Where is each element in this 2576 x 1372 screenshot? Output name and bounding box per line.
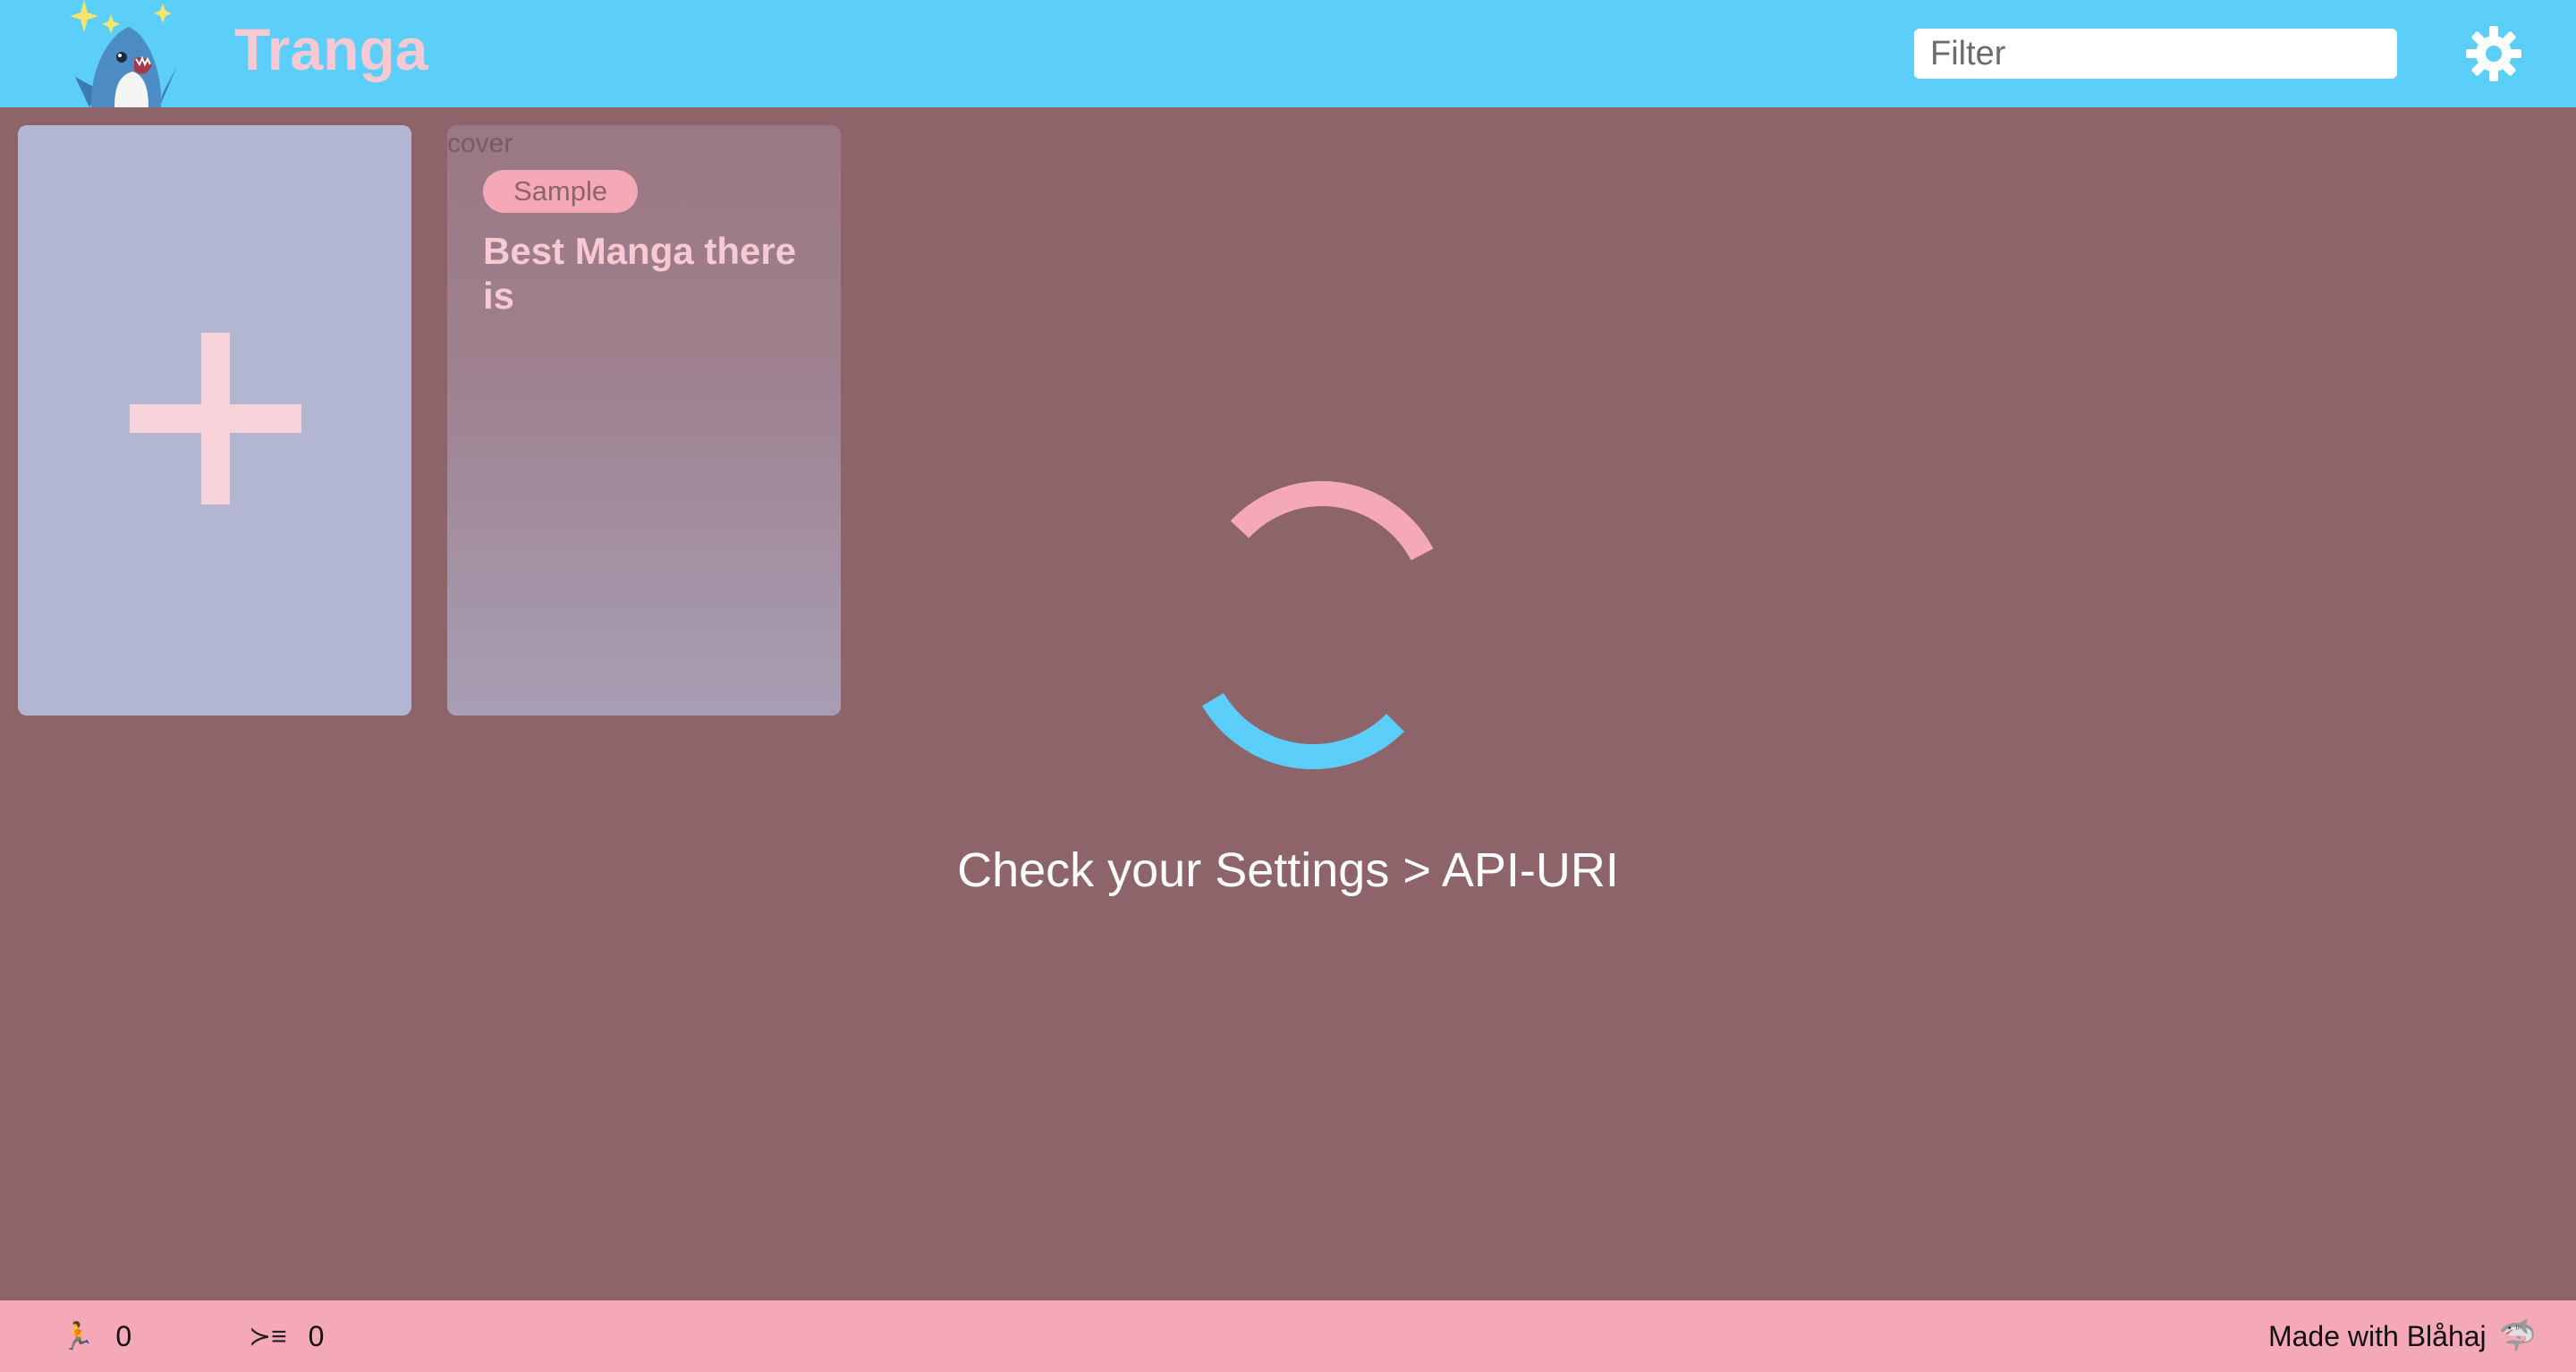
shark-icon: 🦈 [2498, 1319, 2537, 1353]
plus-icon-bar [130, 404, 301, 433]
loading-spinner [1181, 474, 1449, 770]
add-manga-card[interactable] [18, 125, 411, 716]
cover-image-alt: cover [447, 129, 513, 158]
top-bar: Tranga [0, 0, 2576, 107]
connector-badge: Sample [483, 170, 639, 213]
running-jobs-count: 0 [115, 1319, 132, 1352]
queued-jobs-stat[interactable]: ⁠≻≡ 0 [249, 1300, 324, 1372]
made-with-text: Made with Blåhaj [2267, 1319, 2487, 1352]
footer: 🏃 0 ⁠≻≡ 0 Made with Blåhaj 🦈 [0, 1300, 2576, 1372]
running-jobs-stat[interactable]: 🏃 0 [61, 1300, 131, 1372]
api-error-message: Check your Settings > API-URI [957, 843, 1619, 897]
blahaj-logo-icon [63, 0, 188, 107]
filter-input[interactable] [1914, 29, 2397, 79]
app-title: Tranga [234, 16, 428, 82]
queue-list-icon: ⁠≻≡ [249, 1321, 287, 1351]
runner-icon: 🏃 [61, 1321, 95, 1351]
queued-jobs-count: 0 [308, 1319, 325, 1352]
manga-title: Best Manga there is [483, 230, 797, 317]
manga-card[interactable]: cover Sample Best Manga there is [447, 125, 841, 716]
gear-icon [2466, 26, 2521, 81]
made-with-credit: Made with Blåhaj 🦈 [2268, 1300, 2537, 1372]
settings-button[interactable] [2465, 25, 2522, 82]
